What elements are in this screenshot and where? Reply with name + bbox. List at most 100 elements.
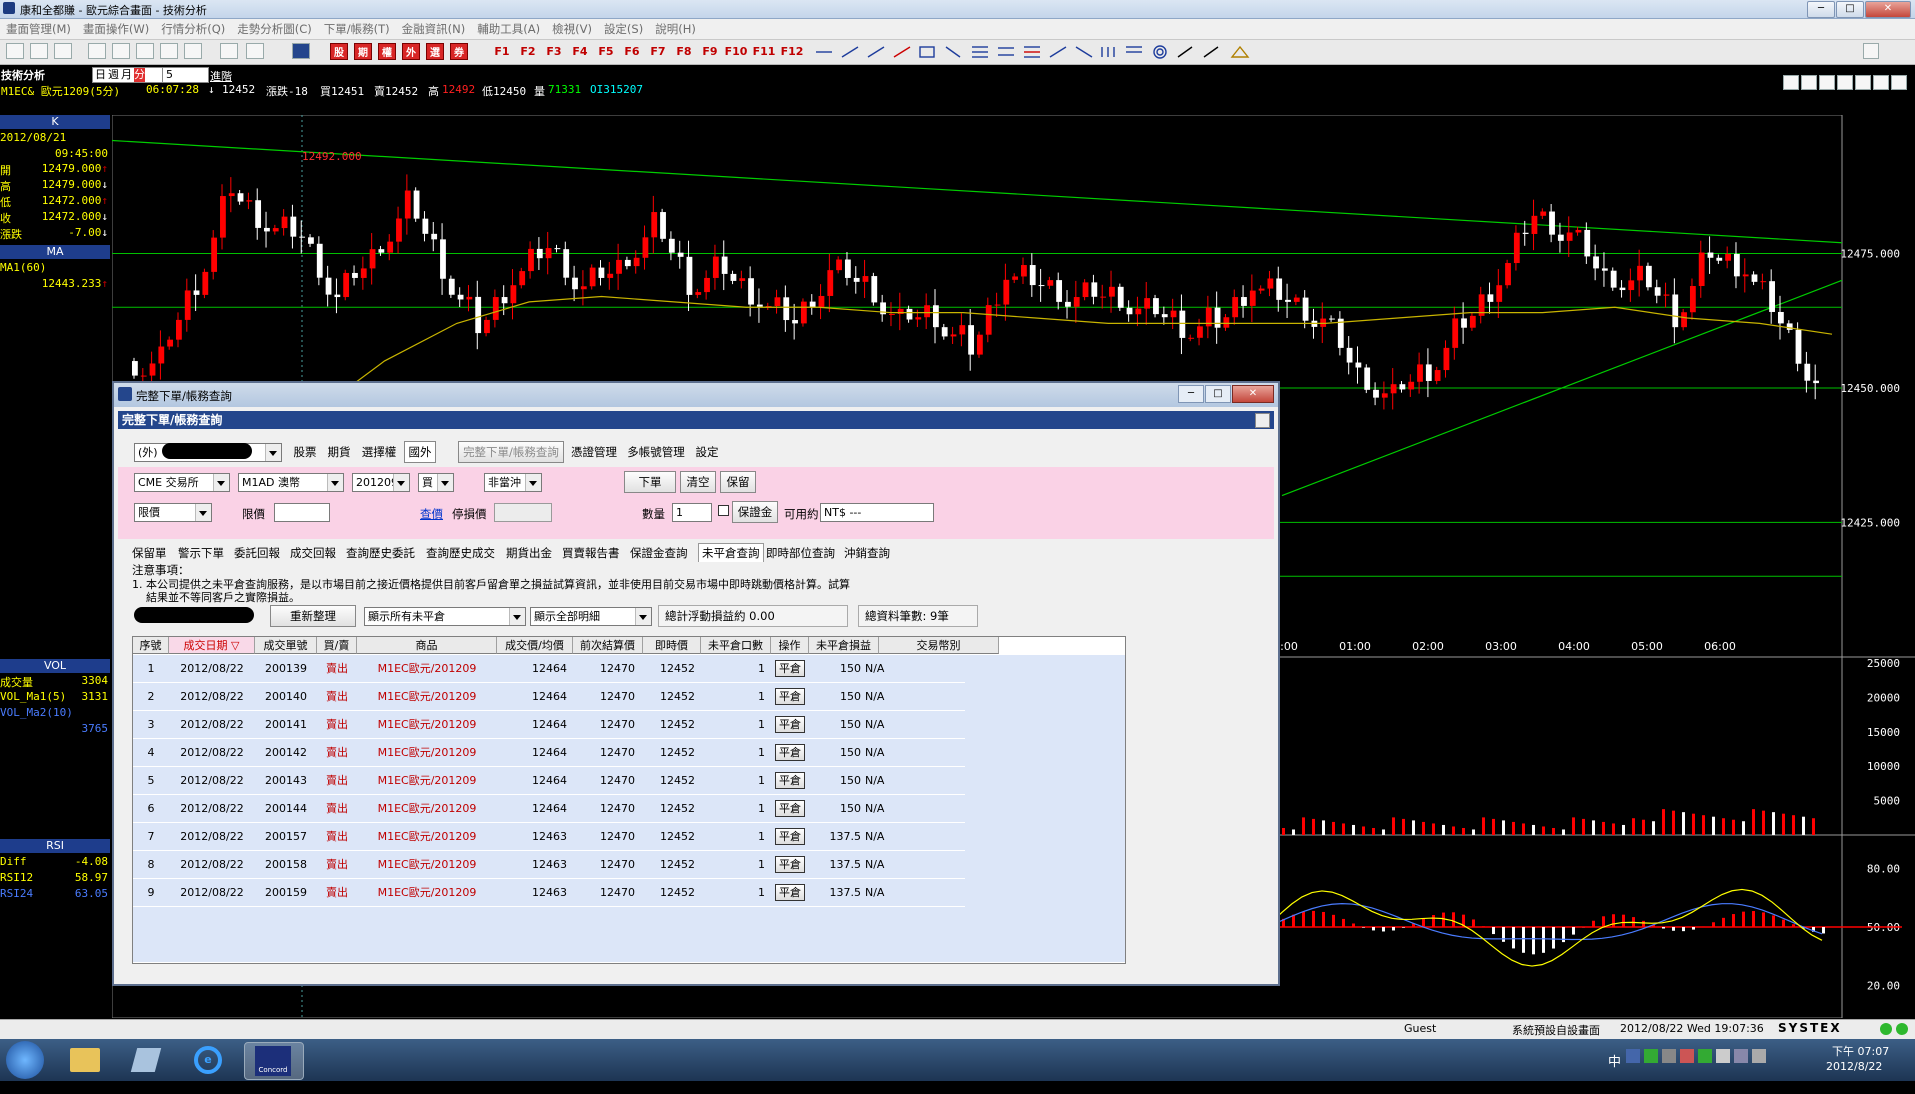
close-position-button[interactable]: 平倉 [775, 856, 805, 873]
close-position-button[interactable]: 平倉 [775, 828, 805, 845]
foreign-button[interactable]: 外 [402, 43, 420, 60]
tab-order-history[interactable]: 查詢歷史委託 [346, 545, 415, 561]
f10-button[interactable]: F10 [724, 43, 748, 60]
concord-app-icon[interactable]: Concord [244, 1042, 304, 1080]
systex-icon[interactable] [292, 43, 310, 59]
chart-restore-icon[interactable] [1855, 75, 1871, 90]
col-header-op[interactable]: 操作 [771, 637, 809, 654]
chart-close-icon[interactable] [1891, 75, 1907, 90]
window-icon[interactable] [54, 43, 72, 59]
col-header-pnl[interactable]: 未平倉損益 [809, 637, 879, 654]
dialog-close-button[interactable]: ✕ [1232, 385, 1274, 403]
side-select[interactable]: 買 [418, 473, 454, 492]
start-icon[interactable] [6, 1041, 44, 1079]
explorer-icon[interactable] [56, 1042, 114, 1078]
offset-select[interactable]: 非當沖 [484, 473, 542, 492]
period-week[interactable]: 週 [108, 68, 119, 82]
f8-button[interactable]: F8 [672, 43, 696, 60]
tile-icon[interactable] [136, 43, 154, 59]
tab-order-report[interactable]: 委託回報 [234, 545, 280, 561]
period-day[interactable]: 日 [95, 68, 106, 82]
f7-button[interactable]: F7 [646, 43, 670, 60]
table-row[interactable]: 22012/08/22200140賣出M1EC歐元/20120912464124… [133, 683, 965, 711]
tray-icon[interactable] [1716, 1049, 1730, 1063]
close-position-button[interactable]: 平倉 [775, 884, 805, 901]
tab-options[interactable]: 選擇權 [358, 441, 400, 463]
filter-detail-select[interactable]: 顯示全部明細 [530, 607, 652, 626]
tab-withdraw[interactable]: 期貨出金 [506, 545, 552, 561]
monitor-icon[interactable] [246, 43, 264, 59]
dialog-minimize-button[interactable]: ─ [1178, 385, 1204, 403]
refresh-button[interactable]: 重新整理 [270, 605, 356, 627]
keep-button[interactable]: 保留 [720, 471, 756, 493]
tray-icon[interactable] [1752, 1049, 1766, 1063]
month-select[interactable]: 201209 [352, 473, 410, 492]
table-row[interactable]: 92012/08/22200159賣出M1EC歐元/20120912463124… [133, 879, 965, 907]
tab-stock[interactable]: 股票 [290, 441, 320, 463]
query-price-link[interactable]: 查價 [420, 506, 443, 522]
margin-checkbox[interactable] [718, 505, 729, 516]
col-header-currency[interactable]: 交易幣別 [879, 637, 999, 654]
menu-item[interactable]: 說明(H) [649, 19, 702, 39]
tab-open-positions[interactable]: 未平倉查詢 [698, 543, 764, 562]
stop-price-input[interactable] [494, 503, 552, 522]
futures-button[interactable]: 期 [354, 43, 372, 60]
f12-button[interactable]: F12 [780, 43, 804, 60]
col-header-price[interactable]: 成交價/均價 [497, 637, 573, 654]
tray-icon[interactable] [1698, 1049, 1712, 1063]
col-header-qty[interactable]: 未平倉口數 [701, 637, 771, 654]
close-position-button[interactable]: 平倉 [775, 688, 805, 705]
tray-icon[interactable] [1662, 1049, 1676, 1063]
tray-icon[interactable] [1734, 1049, 1748, 1063]
col-header-no[interactable]: 序號 [133, 637, 169, 654]
limit-price-input[interactable] [274, 503, 330, 522]
chart-zoom-icon[interactable] [1819, 75, 1835, 90]
select-button[interactable]: 選 [426, 43, 444, 60]
f4-button[interactable]: F4 [568, 43, 592, 60]
clock-time[interactable]: 下午 07:07 [1832, 1043, 1889, 1059]
margin-button[interactable]: 保證金 [732, 501, 778, 523]
col-header-side[interactable]: 買/賣 [317, 637, 357, 654]
close-position-button[interactable]: 平倉 [775, 716, 805, 733]
table-row[interactable]: 42012/08/22200142賣出M1EC歐元/20120912464124… [133, 739, 965, 767]
tray-icon[interactable] [1680, 1049, 1694, 1063]
tab-settings[interactable]: 設定 [692, 441, 722, 463]
tab-foreign[interactable]: 國外 [404, 441, 436, 463]
toolbar-scroll-icon[interactable] [1863, 43, 1879, 59]
tab-trade-report[interactable]: 買賣報告書 [562, 545, 620, 561]
tab-fill-report[interactable]: 成交回報 [290, 545, 336, 561]
close-button[interactable]: ✕ [1865, 1, 1911, 18]
dialog-maximize-button[interactable]: □ [1205, 385, 1231, 403]
f5-button[interactable]: F5 [594, 43, 618, 60]
product-select[interactable]: M1AD 澳幣 [238, 473, 344, 492]
tray-icon[interactable] [1644, 1049, 1658, 1063]
ime-indicator[interactable]: 中 [1608, 1051, 1621, 1070]
tab-offset-query[interactable]: 沖銷查詢 [844, 545, 890, 561]
f6-button[interactable]: F6 [620, 43, 644, 60]
tab-alert-order[interactable]: 警示下單 [178, 545, 224, 561]
table-row[interactable]: 12012/08/22200139賣出M1EC歐元/20120912464124… [133, 655, 965, 683]
interval-input[interactable]: 5 [162, 67, 209, 83]
f2-button[interactable]: F2 [516, 43, 540, 60]
table-row[interactable]: 32012/08/22200141賣出M1EC歐元/20120912464124… [133, 711, 965, 739]
f11-button[interactable]: F11 [752, 43, 776, 60]
pin-icon[interactable] [1255, 413, 1270, 428]
clock-date[interactable]: 2012/8/22 [1826, 1060, 1882, 1073]
close-position-button[interactable]: 平倉 [775, 744, 805, 761]
menu-item[interactable]: 畫面操作(W) [77, 19, 155, 39]
bond-button[interactable]: 券 [450, 43, 468, 60]
ie-icon[interactable]: e [180, 1042, 238, 1078]
f3-button[interactable]: F3 [542, 43, 566, 60]
tab-reserved-orders[interactable]: 保留單 [132, 545, 167, 561]
tab-certificate[interactable]: 憑證管理 [568, 441, 620, 463]
chart-minus-icon[interactable] [1783, 75, 1799, 90]
table-row[interactable]: 52012/08/22200143賣出M1EC歐元/20120912464124… [133, 767, 965, 795]
grid-icon[interactable] [184, 43, 202, 59]
chart-pan-icon[interactable] [1837, 75, 1853, 90]
price-type-select[interactable]: 限價 [134, 503, 212, 522]
delete-icon[interactable] [112, 43, 130, 59]
option-button[interactable]: 權 [378, 43, 396, 60]
stock-button[interactable]: 股 [330, 43, 348, 60]
app-window-icon[interactable] [118, 1042, 176, 1078]
filter-positions-select[interactable]: 顯示所有未平倉 [364, 607, 526, 626]
